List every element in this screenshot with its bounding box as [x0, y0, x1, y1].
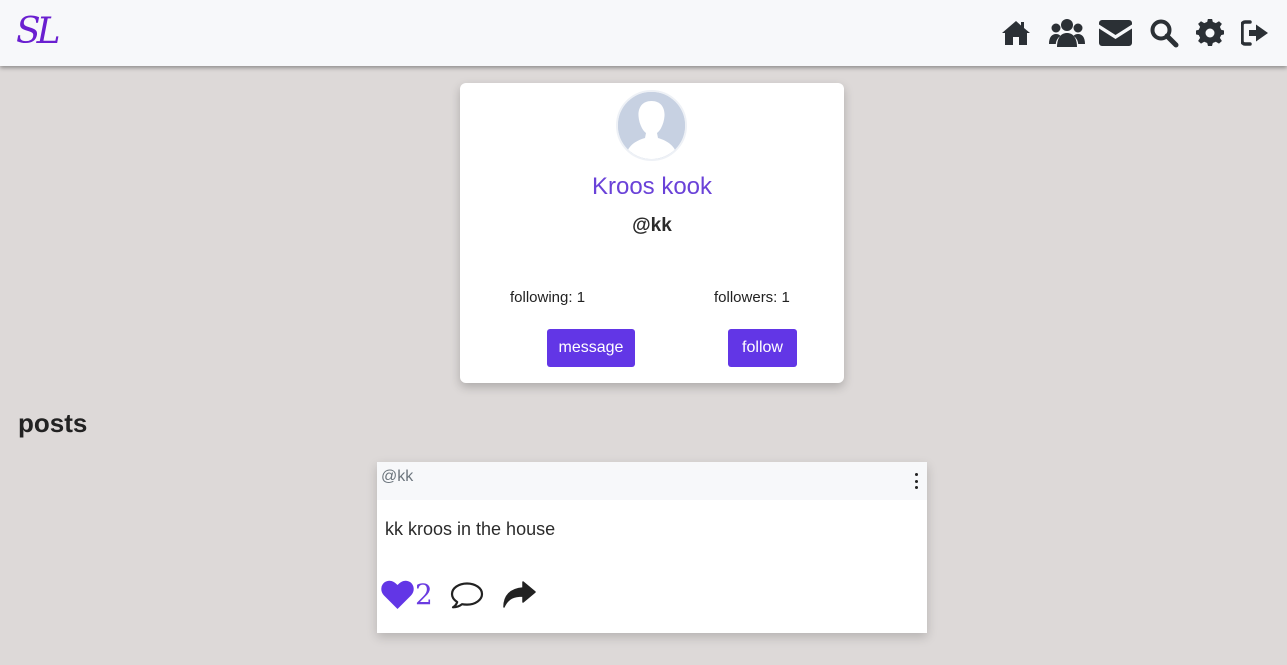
comment-button[interactable]	[450, 581, 484, 609]
followers-count: 1	[781, 289, 790, 306]
gear-icon[interactable]	[1196, 16, 1224, 50]
share-icon	[503, 581, 536, 608]
post-author[interactable]: @kk	[381, 468, 413, 486]
home-icon[interactable]	[1001, 16, 1031, 50]
following-label: following:	[510, 289, 573, 306]
followers-label: followers:	[714, 289, 778, 306]
follow-button[interactable]: follow	[728, 329, 797, 367]
profile-card: Kroos kook @kk following: 1 followers: 1…	[460, 83, 844, 383]
like-count: 2	[415, 578, 433, 611]
post-text: kk kroos in the house	[385, 519, 556, 539]
profile-handle: @kk	[632, 215, 672, 236]
profile-name: Kroos kook	[591, 173, 713, 200]
more-options-icon[interactable]	[911, 473, 921, 489]
default-avatar-icon	[618, 92, 685, 159]
search-icon[interactable]	[1149, 16, 1179, 50]
avatar	[616, 90, 687, 161]
message-button[interactable]: message	[547, 329, 635, 367]
top-navbar: SL	[0, 0, 1287, 66]
brand-logo[interactable]: SL	[16, 10, 61, 54]
sign-out-icon[interactable]	[1241, 16, 1269, 50]
heart-icon	[381, 580, 414, 609]
following-count: 1	[576, 289, 586, 306]
like-button[interactable]: 2	[381, 578, 433, 612]
nav-icon-group	[1001, 16, 1269, 50]
share-button[interactable]	[502, 580, 536, 610]
comment-icon	[450, 582, 483, 609]
posts-section-title: posts	[18, 408, 88, 438]
post-actions: 2	[381, 578, 536, 612]
post-header: @kk	[377, 462, 927, 500]
post-card: @kk kk kroos in the house 2	[377, 462, 927, 633]
following-stat[interactable]: following: 1	[510, 289, 585, 306]
envelope-icon[interactable]	[1099, 16, 1132, 50]
users-icon[interactable]	[1049, 16, 1085, 50]
followers-stat[interactable]: followers: 1	[714, 289, 790, 306]
